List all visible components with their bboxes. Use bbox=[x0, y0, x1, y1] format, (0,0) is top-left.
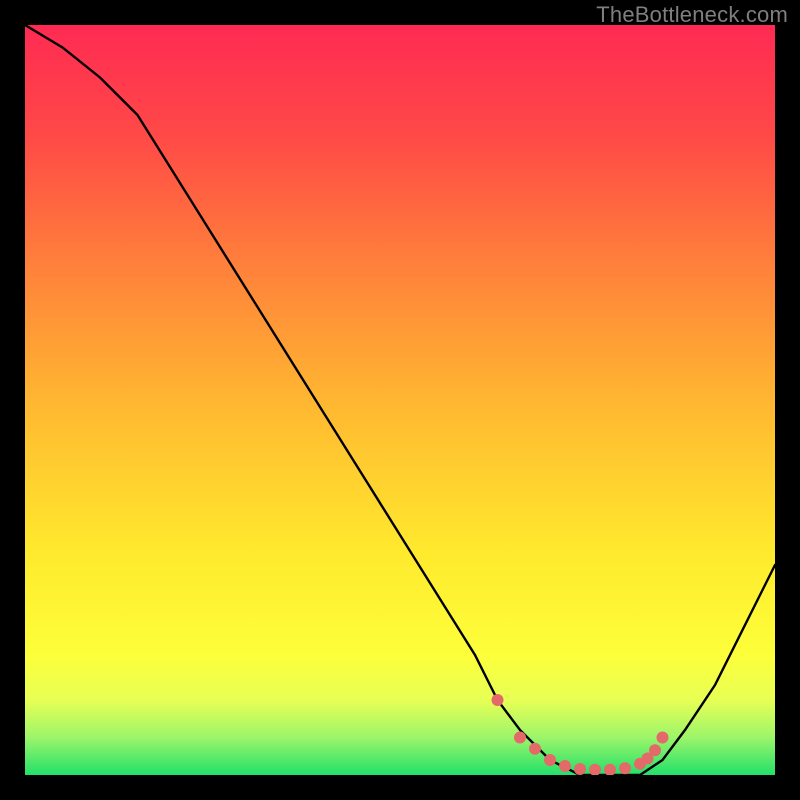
sweet-spot-dot bbox=[544, 754, 556, 766]
gradient-background bbox=[25, 25, 775, 775]
sweet-spot-dot bbox=[657, 732, 669, 744]
watermark-text: TheBottleneck.com bbox=[596, 2, 788, 28]
sweet-spot-dot bbox=[559, 760, 571, 772]
sweet-spot-dot bbox=[514, 732, 526, 744]
sweet-spot-dot bbox=[649, 744, 661, 756]
bottleneck-chart bbox=[25, 25, 775, 775]
sweet-spot-dot bbox=[574, 763, 586, 775]
chart-stage: TheBottleneck.com bbox=[0, 0, 800, 800]
sweet-spot-dot bbox=[619, 762, 631, 774]
sweet-spot-dot bbox=[492, 694, 504, 706]
sweet-spot-dot bbox=[529, 743, 541, 755]
